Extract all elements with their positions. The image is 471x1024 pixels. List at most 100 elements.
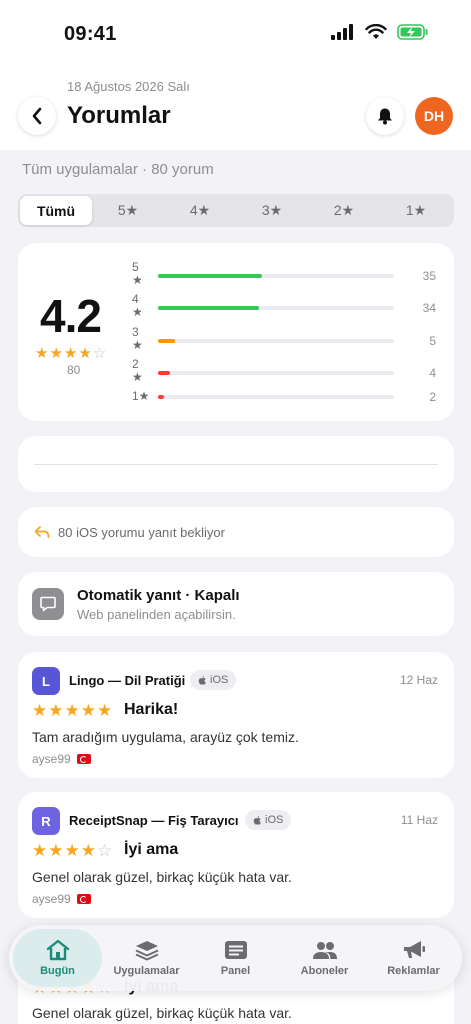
distribution-count: 5	[429, 334, 436, 348]
review-title: İyi ama	[124, 841, 179, 858]
review-username: ayse99	[32, 892, 71, 906]
pending-replies-banner[interactable]: 80 iOS yorumu yanıt bekliyor	[18, 507, 454, 557]
rating-count: 80	[67, 363, 81, 377]
auto-reply-card[interactable]: Otomatik yanıt · Kapalı Web panelinden a…	[18, 572, 454, 636]
tab-label: Panel	[220, 965, 251, 977]
review-card[interactable]: L Lingo — Dil Pratiği iOS 12 Haz ★★★★★ H…	[18, 652, 454, 778]
auto-reply-title: Otomatik yanıt · Kapalı	[77, 587, 240, 604]
auto-reply-subtitle: Web panelinden açabilirsin.	[77, 607, 236, 622]
reply-icon	[34, 526, 50, 538]
distribution-fill	[158, 339, 175, 343]
filter-tab-all[interactable]: Tümü	[20, 196, 92, 225]
review-stars: ★★★★☆	[32, 841, 114, 860]
rating-overview-card: 4.2 ★★★★☆ 80 5 ★ 35 4 ★ 34 3 ★ 5 2 ★ 4 1…	[18, 243, 454, 421]
layers-icon	[135, 941, 158, 961]
header: 18 Ağustos 2026 Salı Yorumlar DH	[0, 70, 471, 150]
home-icon	[46, 939, 69, 961]
divider	[34, 464, 438, 465]
distribution-label: 4 ★	[132, 292, 143, 319]
review-user: ayse99	[32, 752, 91, 766]
review-title: Harika!	[124, 701, 179, 718]
distribution-fill	[158, 371, 170, 375]
back-button[interactable]	[18, 97, 56, 135]
distribution-label: 5 ★	[132, 260, 143, 287]
distribution-label: 2 ★	[132, 357, 143, 384]
review-username: ayse99	[32, 752, 71, 766]
tab-ads[interactable]: Reklamlar	[369, 929, 458, 987]
average-rating: 4.2	[40, 290, 102, 342]
tab-today[interactable]: Bugün	[13, 929, 102, 987]
tab-label: Bugün	[40, 965, 75, 977]
review-app-name: ReceiptSnap — Fiş Tarayıcı	[69, 813, 239, 828]
distribution-count: 34	[422, 301, 436, 315]
rating-filter-bar: Tümü 5★ 4★ 3★ 2★ 1★	[18, 194, 454, 227]
filter-tab-4-star[interactable]: 4★	[164, 196, 236, 225]
avatar[interactable]: DH	[415, 97, 453, 135]
reviews-summary: Tüm uygulamalar · 80 yorum	[22, 161, 214, 178]
bottom-tab-bar: Bugün Uygulamalar Panel Aboneler Reklaml…	[9, 925, 462, 991]
platform-label: iOS	[210, 674, 229, 686]
apple-icon	[253, 816, 261, 825]
notifications-button[interactable]	[366, 97, 404, 135]
tab-panel[interactable]: Panel	[191, 929, 280, 987]
platform-badge: iOS	[190, 670, 237, 690]
review-stars: ★★★★★	[32, 701, 114, 720]
platform-label: iOS	[265, 814, 284, 826]
status-icons	[331, 24, 429, 40]
review-user: ayse99	[32, 892, 91, 906]
distribution-row-4: 4 ★ 34	[132, 293, 442, 323]
distribution-count: 2	[429, 390, 436, 404]
filter-tab-5-star[interactable]: 5★	[92, 196, 164, 225]
distribution-row-1: 1★ 2	[132, 382, 442, 412]
review-app-name: Lingo — Dil Pratiği	[69, 673, 186, 688]
tab-label: Uygulamalar	[113, 965, 180, 977]
app-icon: L	[32, 667, 60, 695]
tab-apps[interactable]: Uygulamalar	[102, 929, 191, 987]
review-card[interactable]: R ReceiptSnap — Fiş Tarayıcı iOS 11 Haz …	[18, 792, 454, 918]
review-date: 12 Haz	[399, 673, 438, 687]
turkey-flag-icon	[76, 754, 91, 764]
platform-badge: iOS	[245, 810, 292, 830]
page-title: Yorumlar	[67, 102, 171, 129]
status-bar: 09:41	[0, 0, 471, 70]
app-icon: R	[32, 807, 60, 835]
filter-tab-2-star[interactable]: 2★	[308, 196, 380, 225]
status-time: 09:41	[64, 23, 117, 45]
review-body: Genel olarak güzel, birkaç küçük hata va…	[32, 1005, 292, 1021]
distribution-row-3: 3 ★ 5	[132, 326, 442, 356]
filter-tab-3-star[interactable]: 3★	[236, 196, 308, 225]
megaphone-icon	[403, 941, 425, 958]
empty-card	[18, 436, 454, 492]
chevron-left-icon	[32, 107, 42, 125]
distribution-label: 1★	[132, 389, 150, 403]
average-stars: ★★★★☆	[35, 345, 108, 362]
review-body: Genel olarak güzel, birkaç küçük hata va…	[32, 869, 292, 885]
tab-label: Reklamlar	[387, 965, 440, 977]
people-icon	[312, 942, 337, 959]
distribution-bar	[158, 339, 394, 343]
header-date: 18 Ağustos 2026 Salı	[67, 79, 190, 94]
distribution-fill	[158, 306, 260, 310]
distribution-label: 3 ★	[132, 325, 143, 352]
distribution-bar	[158, 306, 394, 310]
chat-bubble-icon	[40, 596, 56, 612]
distribution-row-5: 5 ★ 35	[132, 261, 442, 291]
apple-icon	[198, 676, 206, 685]
review-body: Tam aradığım uygulama, arayüz çok temiz.	[32, 729, 299, 745]
review-date: 11 Haz	[400, 813, 438, 827]
auto-reply-icon	[32, 588, 64, 620]
battery-charging-icon	[397, 24, 428, 40]
distribution-bar	[158, 274, 394, 278]
tab-subscribers[interactable]: Aboneler	[280, 929, 369, 987]
signal-icon	[331, 24, 353, 40]
distribution-count: 4	[429, 366, 436, 380]
bell-icon	[378, 108, 392, 125]
distribution-count: 35	[422, 269, 436, 283]
filter-tab-1-star[interactable]: 1★	[380, 196, 452, 225]
panel-icon	[224, 941, 247, 959]
distribution-fill	[158, 274, 262, 278]
distribution-fill	[158, 395, 164, 399]
distribution-bar	[158, 371, 394, 375]
tab-label: Aboneler	[300, 965, 349, 977]
pending-replies-text: 80 iOS yorumu yanıt bekliyor	[58, 524, 225, 540]
